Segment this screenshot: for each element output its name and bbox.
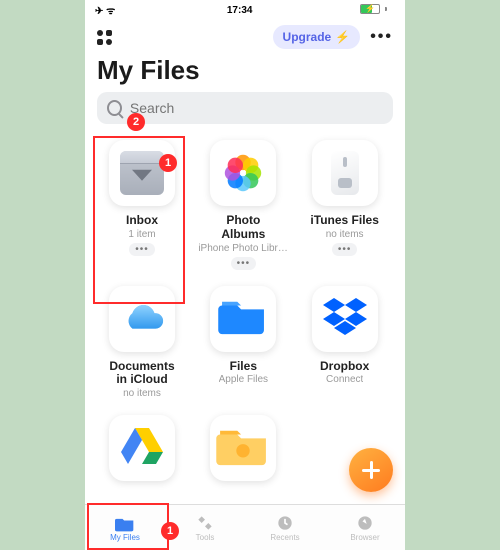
files-icon xyxy=(210,286,276,352)
tab-bar: My Files Tools Recents Browser xyxy=(85,504,405,550)
folder-tile-itunes[interactable]: iTunes Filesno items ••• xyxy=(298,134,392,272)
status-time: 17:34 xyxy=(227,5,253,16)
folder-tile-inbox[interactable]: Inbox1 item ••• xyxy=(95,134,189,272)
tab-label: Browser xyxy=(350,533,379,542)
search-input[interactable] xyxy=(128,99,383,117)
folder-tile-drive[interactable] xyxy=(95,409,189,491)
cloud-icon xyxy=(109,286,175,352)
tile-subtitle: iPhone Photo Libra… xyxy=(198,243,288,254)
tile-title: Dropbox xyxy=(320,360,369,374)
upgrade-button[interactable]: Upgrade ⚡ xyxy=(273,25,361,49)
folder-icon xyxy=(210,415,276,481)
drive-icon xyxy=(109,415,175,481)
tile-more-icon[interactable]: ••• xyxy=(332,243,358,256)
folders-grid: Inbox1 item ••• PhotoAlbumsiPhone Photo L… xyxy=(95,134,395,491)
search-icon xyxy=(107,100,122,116)
tab-label: My Files xyxy=(110,533,140,542)
tile-subtitle: Apple Files xyxy=(219,374,268,385)
photos-icon xyxy=(210,140,276,206)
page-title: My Files xyxy=(97,55,393,86)
tile-title: Inbox xyxy=(126,214,158,228)
tile-title: iTunes Files xyxy=(310,214,378,228)
tab-recents[interactable]: Recents xyxy=(245,505,325,550)
folder-tile-files[interactable]: FilesApple Files xyxy=(196,280,290,402)
plus-icon xyxy=(362,461,380,479)
add-button[interactable] xyxy=(349,448,393,492)
airplane-wifi-icons: ✈ ᯤ xyxy=(95,6,115,17)
folder-tile-photos[interactable]: PhotoAlbumsiPhone Photo Libra… ••• xyxy=(196,134,290,272)
tile-title: Documentsin iCloud xyxy=(109,360,174,388)
folder-tile-dropbox[interactable]: DropboxConnect xyxy=(298,280,392,402)
upgrade-label: Upgrade xyxy=(283,30,332,44)
tile-title: PhotoAlbums xyxy=(221,214,265,242)
tile-subtitle: 1 item xyxy=(128,229,155,240)
itunes-icon xyxy=(312,140,378,206)
inbox-icon xyxy=(109,140,175,206)
search-field[interactable] xyxy=(97,92,393,124)
dropbox-icon xyxy=(312,286,378,352)
folder-tile-cloud[interactable]: Documentsin iCloudno items xyxy=(95,280,189,402)
tab-browser[interactable]: Browser xyxy=(325,505,405,550)
tab-label: Tools xyxy=(196,533,215,542)
more-icon[interactable]: ••• xyxy=(370,28,393,46)
battery-icon: ⚡ xyxy=(360,4,391,14)
app-menu-icon[interactable] xyxy=(97,30,112,45)
tile-subtitle: no items xyxy=(326,229,364,240)
tile-more-icon[interactable]: ••• xyxy=(231,257,257,270)
bolt-icon: ⚡ xyxy=(335,30,350,44)
tab-tools[interactable]: Tools xyxy=(165,505,245,550)
tile-subtitle: no items xyxy=(123,388,161,399)
tile-title: Files xyxy=(230,360,257,374)
tab-my-files[interactable]: My Files xyxy=(85,505,165,550)
tab-label: Recents xyxy=(270,533,299,542)
status-bar: ✈ ᯤ 17:34 ⚡ xyxy=(85,0,405,19)
folder-tile-folder[interactable] xyxy=(196,409,290,491)
tile-subtitle: Connect xyxy=(326,374,363,385)
tile-more-icon[interactable]: ••• xyxy=(129,243,155,256)
